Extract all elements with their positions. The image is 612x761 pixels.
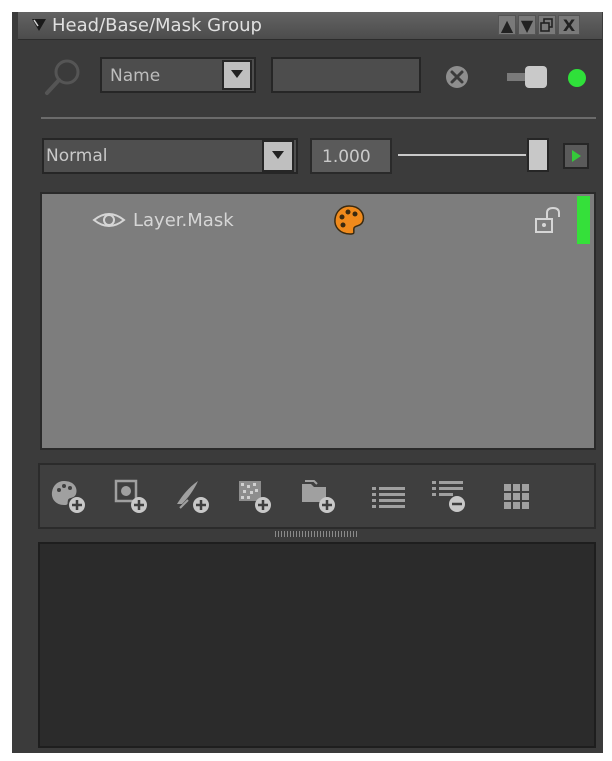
play-button[interactable] <box>563 143 589 169</box>
move-down-button[interactable]: ▼ <box>518 15 536 35</box>
close-button[interactable]: X <box>558 15 580 35</box>
blend-mode-value: Normal <box>46 146 108 166</box>
resize-grip[interactable] <box>275 531 359 537</box>
restore-icon <box>540 18 553 32</box>
up-arrow-icon: ▲ <box>500 16 514 35</box>
close-icon: X <box>562 16 576 35</box>
opacity-slider-track[interactable] <box>398 154 526 156</box>
status-dot-icon <box>568 69 586 87</box>
add-mask-icon[interactable] <box>112 478 148 514</box>
remove-list-icon[interactable] <box>430 478 466 514</box>
opacity-slider-thumb[interactable] <box>527 138 549 172</box>
properties-panel[interactable] <box>38 542 596 748</box>
layer-color-tag <box>577 196 590 244</box>
chevron-down-icon <box>272 151 284 159</box>
down-arrow-icon: ▼ <box>520 16 534 35</box>
restore-button[interactable] <box>538 15 556 35</box>
opacity-value: 1.000 <box>322 147 371 167</box>
play-icon <box>572 150 581 162</box>
blend-mode-arrow[interactable] <box>262 140 294 172</box>
panel-menu-icon[interactable] <box>30 16 48 34</box>
add-folder-icon[interactable] <box>300 478 336 514</box>
chevron-down-icon <box>231 70 243 78</box>
add-noise-layer-icon[interactable] <box>236 478 272 514</box>
filter-value: Name <box>110 66 161 86</box>
search-icon[interactable] <box>42 56 84 98</box>
toggle-icon[interactable] <box>505 64 549 90</box>
list-icon[interactable] <box>370 478 406 514</box>
palette-icon[interactable] <box>332 204 366 236</box>
window-title: Head/Base/Mask Group <box>52 15 262 36</box>
separator <box>41 117 596 119</box>
grid-icon[interactable] <box>500 478 536 514</box>
add-brush-layer-icon[interactable] <box>174 478 210 514</box>
layer-name[interactable]: Layer.Mask <box>133 209 234 233</box>
filter-dropdown-arrow[interactable] <box>222 60 252 90</box>
search-input[interactable] <box>271 57 421 93</box>
eye-icon[interactable] <box>92 208 126 232</box>
add-paint-layer-icon[interactable] <box>50 478 86 514</box>
clear-icon[interactable] <box>444 64 470 90</box>
move-up-button[interactable]: ▲ <box>498 15 516 35</box>
lock-icon[interactable] <box>533 206 563 236</box>
